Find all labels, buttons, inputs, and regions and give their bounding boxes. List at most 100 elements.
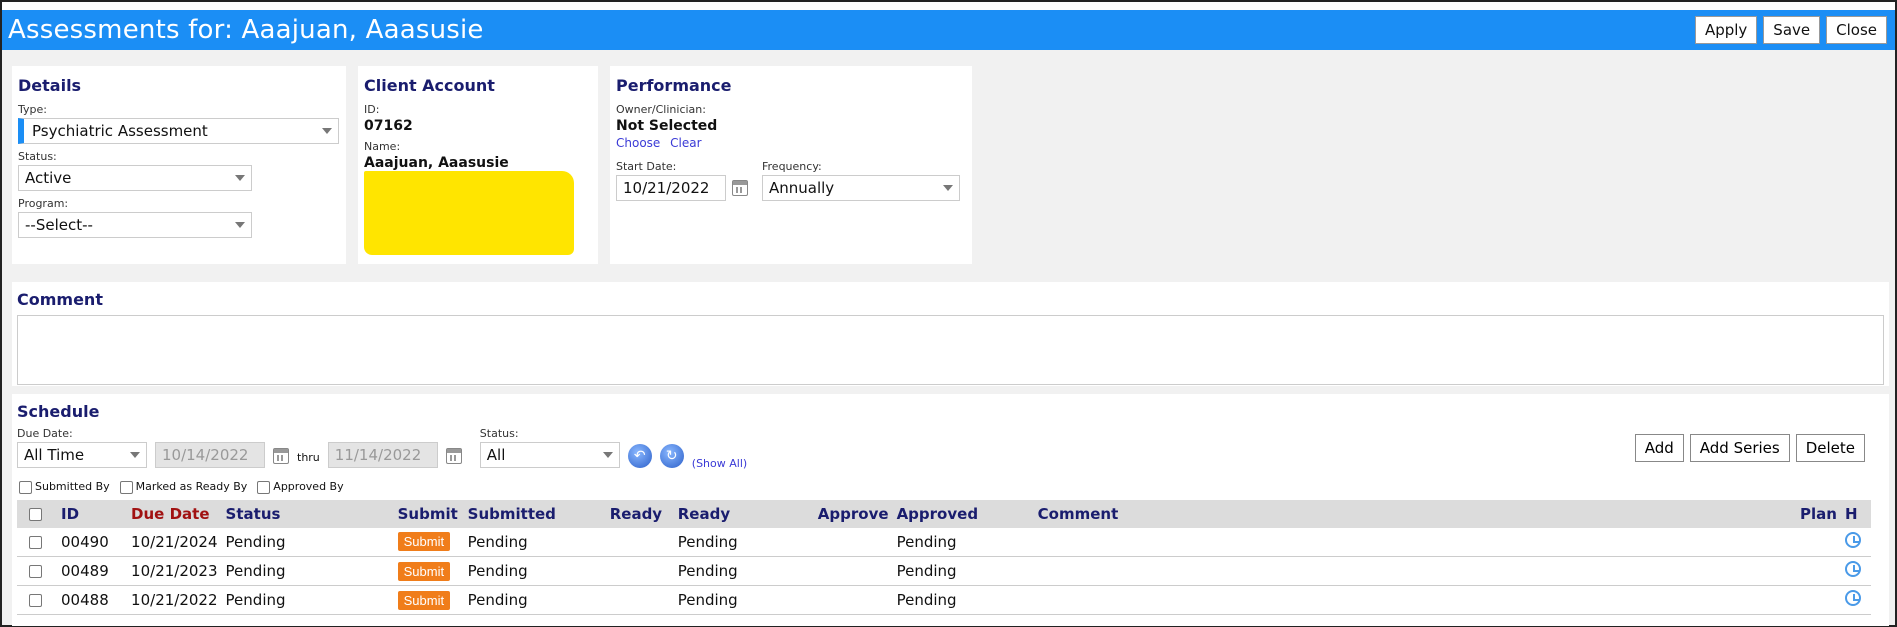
submit-button[interactable]: Submit (397, 532, 451, 552)
row-checkbox[interactable] (29, 535, 42, 549)
chevron-down-icon (235, 175, 245, 181)
show-all-link[interactable]: (Show All) (692, 457, 747, 470)
comment-textarea[interactable] (17, 315, 1884, 385)
schedule-table: ID Due Date Status Submit Submitted Read… (17, 499, 1871, 616)
cell-comment (1034, 528, 1796, 557)
type-value: Psychiatric Assessment (32, 122, 208, 140)
row-select-cell (17, 557, 57, 586)
frequency-label: Frequency: (762, 160, 822, 173)
from-date-input[interactable]: 10/14/2022 (155, 442, 265, 468)
clear-link[interactable]: Clear (670, 136, 701, 150)
performance-row: Start Date: 10/21/2022 Frequency: Annual… (616, 160, 966, 201)
cell-approved: Pending (896, 591, 957, 609)
top-panels: Details Type: Psychiatric Assessment Sta… (2, 50, 1895, 272)
type-select[interactable]: Psychiatric Assessment (18, 118, 339, 144)
frequency-select[interactable]: Annually (762, 175, 960, 201)
select-all-checkbox[interactable] (29, 507, 42, 521)
status-select[interactable]: Active (18, 165, 252, 191)
apply-button[interactable]: Apply (1694, 16, 1758, 44)
approved-by-checkbox[interactable]: Approved By (257, 480, 344, 494)
col-status[interactable]: Status (222, 500, 394, 528)
row-checkbox[interactable] (29, 565, 42, 578)
col-due-date[interactable]: Due Date (127, 500, 222, 528)
undo-icon[interactable]: ↶ (627, 444, 652, 468)
calendar-icon[interactable] (732, 180, 748, 196)
clock-icon[interactable] (1844, 531, 1861, 548)
thru-label: thru (297, 451, 320, 464)
cell-submit: Submit (394, 557, 464, 586)
submitted-by-checkbox[interactable]: Submitted By (19, 480, 110, 494)
choose-link[interactable]: Choose (616, 136, 660, 150)
row-select-cell (17, 528, 57, 557)
to-date-input[interactable]: 11/14/2022 (327, 442, 438, 468)
submit-button[interactable]: Submit (397, 590, 451, 610)
col-submitted[interactable]: Submitted (464, 500, 606, 528)
col-submit: Submit (397, 504, 458, 523)
cell-submit: Submit (394, 586, 464, 615)
checkbox-icon (257, 480, 271, 494)
start-date-wrap: 10/21/2022 (616, 175, 748, 201)
client-account-panel: Client Account ID: 07162 Name: Aaajuan, … (358, 66, 598, 264)
cell-submit: Submit (394, 528, 464, 557)
add-series-button[interactable]: Add Series (1689, 434, 1790, 462)
performance-panel: Performance Owner/Clinician: Not Selecte… (610, 66, 972, 264)
delete-button[interactable]: Delete (1795, 434, 1865, 462)
client-name-label: Name: (364, 140, 401, 153)
start-date-input[interactable]: 10/21/2022 (616, 175, 726, 201)
schedule-heading: Schedule (17, 402, 100, 421)
status-label: Status: (18, 150, 57, 163)
col-ready[interactable]: Ready (674, 500, 814, 528)
client-name-value: Aaajuan, Aaasusie (364, 155, 509, 171)
cell-id: 00489 (61, 562, 109, 580)
program-select[interactable]: --Select-- (18, 212, 252, 238)
start-date-group: Start Date: 10/21/2022 (616, 160, 748, 201)
toolbar: Apply Save Close (1694, 16, 1887, 44)
redaction-mark (364, 171, 574, 255)
client-id-label: ID: (364, 103, 380, 116)
add-button[interactable]: Add (1634, 434, 1684, 462)
cell-plan (1796, 528, 1841, 557)
col-approved[interactable]: Approved (893, 500, 1034, 528)
program-value: --Select-- (25, 216, 93, 234)
col-id[interactable]: ID (57, 500, 127, 528)
clock-icon[interactable] (1844, 590, 1861, 606)
performance-heading: Performance (616, 76, 732, 95)
client-id-value: 07162 (364, 118, 413, 134)
clock-icon[interactable] (1844, 561, 1861, 577)
status-value: Active (25, 169, 72, 187)
cell-ready: Pending (677, 562, 738, 580)
ready-by-checkbox[interactable]: Marked as Ready By (119, 480, 247, 494)
schedule-filters: Due Date: All Time 10/14/2022 thru 11/14… (17, 427, 1884, 474)
save-button[interactable]: Save (1763, 16, 1821, 44)
type-label: Type: (18, 103, 47, 116)
table-header-row: ID Due Date Status Submit Submitted Read… (17, 499, 1871, 528)
table-row[interactable]: 00488 10/21/2022 Pending Submit Pending Pendi… (17, 586, 1871, 615)
refresh-icon[interactable]: ↻ (659, 444, 684, 468)
cell-due-date: 10/21/2023 (131, 562, 218, 580)
cell-approved: Pending (896, 532, 957, 551)
checkbox-icon (119, 480, 133, 494)
program-label: Program: (18, 197, 69, 210)
table-row[interactable]: 00489 10/21/2023 Pending Submit Pending Pendi… (17, 557, 1871, 586)
details-panel: Details Type: Psychiatric Assessment Sta… (12, 66, 346, 264)
comment-heading: Comment (17, 290, 103, 309)
calendar-icon[interactable] (273, 448, 289, 464)
cell-plan (1796, 586, 1841, 615)
submit-button[interactable]: Submit (397, 561, 451, 581)
status-filter-group: Status: All (479, 427, 620, 474)
row-checkbox[interactable] (29, 594, 42, 607)
close-button[interactable]: Close (1826, 16, 1887, 44)
calendar-icon[interactable] (445, 448, 462, 464)
cell-history (1841, 528, 1871, 557)
col-h: H (1844, 504, 1858, 523)
col-comment[interactable]: Comment (1034, 500, 1796, 528)
table-row[interactable]: 00490 10/21/2024 Pending Submit Pending Pendi… (17, 528, 1871, 557)
from-date-value: 10/14/2022 (162, 446, 249, 464)
cell-history (1841, 557, 1871, 586)
cell-approve (814, 528, 893, 557)
status-filter-select[interactable]: All (479, 442, 620, 468)
chevron-down-icon (943, 185, 953, 191)
cell-approve (814, 557, 893, 586)
due-date-select[interactable]: All Time (17, 442, 147, 468)
cell-due-date: 10/21/2022 (131, 591, 218, 609)
